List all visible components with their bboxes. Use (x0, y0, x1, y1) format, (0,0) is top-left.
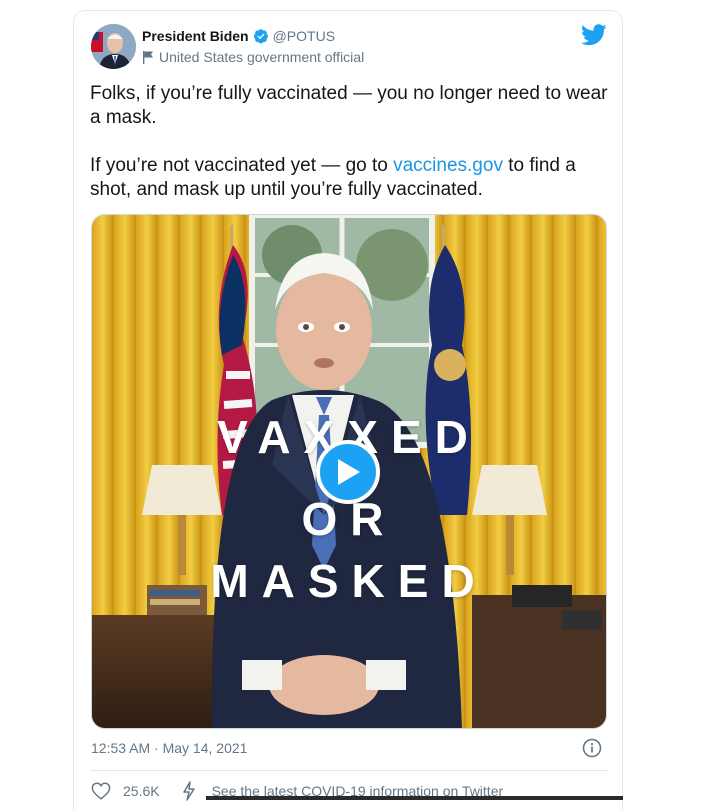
heart-icon[interactable] (91, 782, 111, 800)
avatar[interactable] (91, 24, 136, 69)
window-bottom-bar (206, 796, 623, 800)
info-icon[interactable] (582, 738, 602, 758)
like-count[interactable]: 25.6K (123, 783, 160, 799)
tweet-card: President Biden @POTUS United States gov… (73, 10, 623, 810)
verified-badge-icon (253, 29, 268, 44)
tweet-text: Folks, if you’re fully vaccinated — you … (90, 82, 610, 202)
flag-icon (143, 51, 153, 64)
government-label-text: United States government official (159, 49, 365, 65)
play-button[interactable] (316, 440, 380, 504)
tweet-line-1: Folks, if you’re fully vaccinated — you … (90, 83, 608, 128)
tweet-line-2: If you’re not vaccinated yet — go to vac… (90, 154, 610, 202)
government-label: United States government official (142, 49, 364, 65)
twitter-bird-icon[interactable] (581, 24, 607, 46)
author-name[interactable]: President Biden (142, 28, 249, 44)
author-handle[interactable]: @POTUS (273, 28, 335, 44)
video-player[interactable]: VAXXED OR MASKED (91, 214, 607, 729)
covid-bolt-icon (182, 781, 195, 801)
vaccines-link[interactable]: vaccines.gov (393, 155, 503, 176)
tweet-timestamp[interactable]: 12:53 AM · May 14, 2021 (91, 740, 247, 756)
author-row[interactable]: President Biden @POTUS (142, 28, 335, 44)
tweet-line-2-start: If you’re not vaccinated yet — go to (90, 155, 394, 176)
overlay-text-masked: MASKED (210, 555, 488, 607)
divider (90, 770, 608, 771)
play-icon (338, 459, 360, 485)
